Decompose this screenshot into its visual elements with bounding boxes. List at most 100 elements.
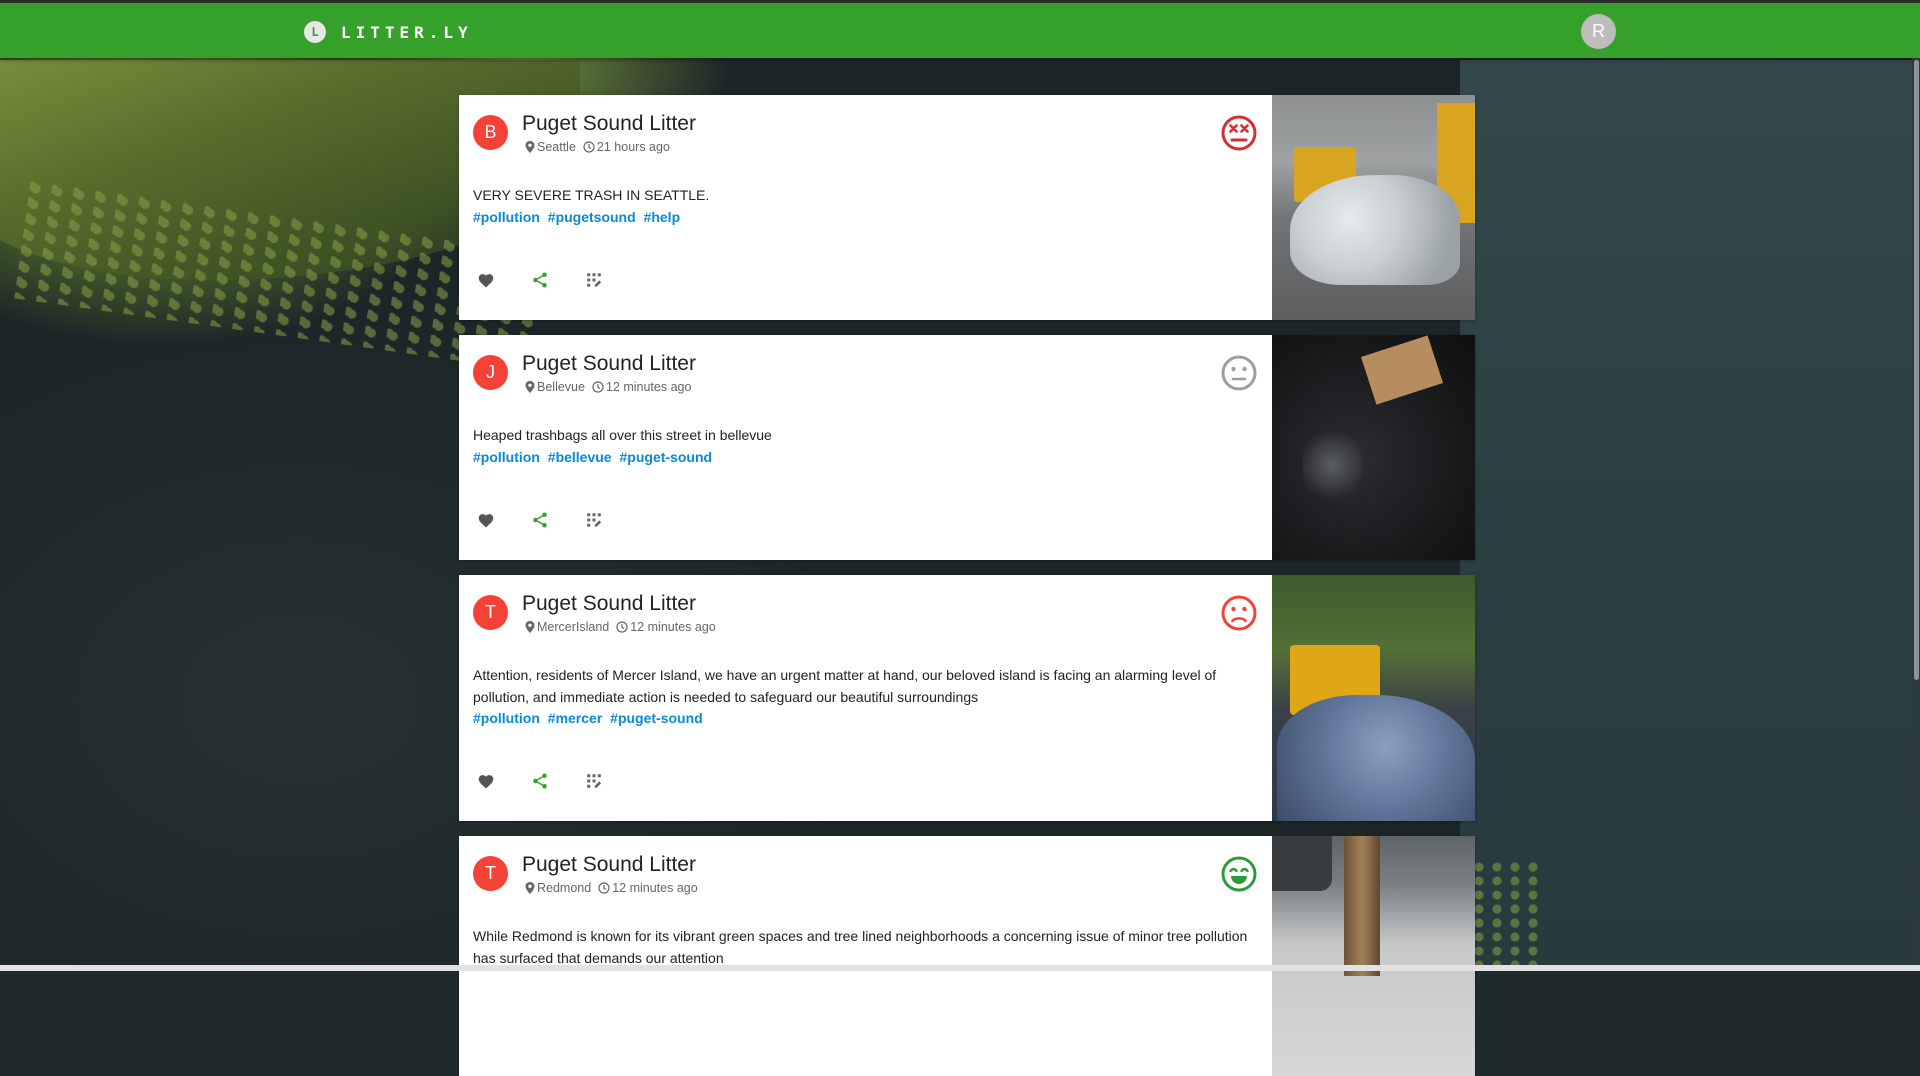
photo-detail [1360, 335, 1444, 405]
neutral-face-icon [1221, 355, 1257, 391]
post-location: Seattle [537, 140, 576, 154]
post-title: Puget Sound Litter [522, 112, 696, 135]
like-button[interactable] [473, 267, 499, 293]
hashtag-link[interactable]: #mercer [548, 710, 603, 726]
location-pin-icon [525, 141, 535, 153]
post-content: J Puget Sound Litter Bellevue 12 minutes… [459, 335, 1272, 560]
author-avatar[interactable]: B [473, 115, 508, 150]
user-avatar-button[interactable]: R [1581, 14, 1616, 49]
logo-icon: L [304, 21, 326, 43]
post-time-wrap: 21 hours ago [583, 140, 670, 154]
hashtag-link[interactable]: #puget-sound [610, 710, 703, 726]
post-meta: Redmond 12 minutes ago [525, 881, 698, 895]
post-meta: Bellevue 12 minutes ago [525, 380, 691, 394]
location-pin-icon [525, 381, 535, 393]
post-text: While Redmond is known for its vibrant g… [473, 926, 1252, 969]
hashtag-link[interactable]: #puget-sound [620, 449, 713, 465]
photo-detail [1302, 425, 1362, 505]
post-actions [473, 768, 635, 794]
post-tags: #pollution #mercer #puget-sound [473, 708, 1252, 730]
more-options-button[interactable] [581, 267, 607, 293]
post-photo[interactable] [1272, 95, 1475, 320]
window-bottom-edge [0, 965, 1920, 971]
post-card: T Puget Sound Litter Redmond 12 minutes … [459, 836, 1475, 1076]
post-time: 21 hours ago [596, 140, 670, 154]
post-card: J Puget Sound Litter Bellevue 12 minutes… [459, 335, 1475, 560]
hashtag-link[interactable]: #bellevue [548, 449, 612, 465]
post-time-wrap: 12 minutes ago [616, 620, 716, 634]
clock-icon [583, 141, 595, 153]
like-button[interactable] [473, 768, 499, 794]
hashtag-link[interactable]: #help [644, 209, 681, 225]
post-tags: #pollution #pugetsound #help [473, 207, 1252, 229]
post-location: MercerIsland [537, 620, 610, 634]
share-icon [533, 272, 547, 288]
post-time-wrap: 12 minutes ago [592, 380, 691, 394]
post-text: VERY SEVERE TRASH IN SEATTLE. #pollution… [473, 185, 1252, 228]
post-actions [473, 507, 635, 533]
more-options-button[interactable] [581, 768, 607, 794]
location-pin-icon [525, 621, 535, 633]
share-icon [533, 773, 547, 789]
post-content: B Puget Sound Litter Seattle 21 hours ag… [459, 95, 1272, 320]
post-photo[interactable] [1272, 575, 1475, 821]
photo-detail [1344, 836, 1380, 976]
author-avatar[interactable]: T [473, 595, 508, 630]
hashtag-link[interactable]: #pollution [473, 449, 540, 465]
post-content: T Puget Sound Litter MercerIsland 12 min… [459, 575, 1272, 821]
post-photo[interactable] [1272, 335, 1475, 560]
app-bar: L LITTER.LY R [0, 0, 1920, 58]
post-title: Puget Sound Litter [522, 853, 696, 876]
post-content: T Puget Sound Litter Redmond 12 minutes … [459, 836, 1272, 1076]
dead-face-icon [1221, 115, 1257, 151]
post-title: Puget Sound Litter [522, 352, 696, 375]
photo-detail [1272, 836, 1332, 891]
hashtag-link[interactable]: #pugetsound [548, 209, 636, 225]
post-message: Attention, residents of Mercer Island, w… [473, 667, 1217, 705]
heart-icon [478, 514, 494, 528]
post-message: Heaped trashbags all over this street in… [473, 427, 772, 443]
water-surface [1460, 60, 1920, 971]
post-location: Redmond [537, 881, 592, 895]
grid-edit-icon [587, 273, 602, 287]
location-pin-icon [525, 882, 535, 894]
grid-edit-icon [587, 774, 602, 788]
clock-icon [616, 621, 628, 633]
author-avatar[interactable]: T [473, 856, 508, 891]
scrollbar-thumb[interactable] [1914, 60, 1919, 680]
heart-icon [478, 775, 494, 789]
more-options-button[interactable] [581, 507, 607, 533]
app-logo[interactable]: L LITTER.LY [304, 21, 473, 43]
page-scrollbar[interactable] [1912, 58, 1920, 965]
happy-face-icon [1221, 856, 1257, 892]
post-photo[interactable] [1272, 836, 1475, 1076]
grid-edit-icon [587, 513, 602, 527]
post-text: Heaped trashbags all over this street in… [473, 425, 1252, 468]
photo-detail [1277, 695, 1475, 821]
post-title: Puget Sound Litter [522, 592, 696, 615]
post-meta: MercerIsland 12 minutes ago [525, 620, 716, 634]
clock-icon [598, 882, 610, 894]
share-button[interactable] [527, 507, 553, 533]
sad-face-icon [1221, 595, 1257, 631]
post-location: Bellevue [537, 380, 585, 394]
hashtag-link[interactable]: #pollution [473, 209, 540, 225]
like-button[interactable] [473, 507, 499, 533]
post-tags: #pollution #bellevue #puget-sound [473, 447, 1252, 469]
post-card: B Puget Sound Litter Seattle 21 hours ag… [459, 95, 1475, 320]
share-button[interactable] [527, 768, 553, 794]
post-time-wrap: 12 minutes ago [598, 881, 698, 895]
post-card: T Puget Sound Litter MercerIsland 12 min… [459, 575, 1475, 821]
post-meta: Seattle 21 hours ago [525, 140, 670, 154]
heart-icon [478, 274, 494, 288]
photo-detail [1290, 175, 1460, 285]
share-icon [533, 512, 547, 528]
post-time: 12 minutes ago [605, 380, 692, 394]
post-message: While Redmond is known for its vibrant g… [473, 928, 1248, 966]
post-message: VERY SEVERE TRASH IN SEATTLE. [473, 187, 710, 203]
hashtag-link[interactable]: #pollution [473, 710, 540, 726]
author-avatar[interactable]: J [473, 355, 508, 390]
share-button[interactable] [527, 267, 553, 293]
app-name: LITTER.LY [341, 22, 473, 42]
clock-icon [592, 381, 604, 393]
